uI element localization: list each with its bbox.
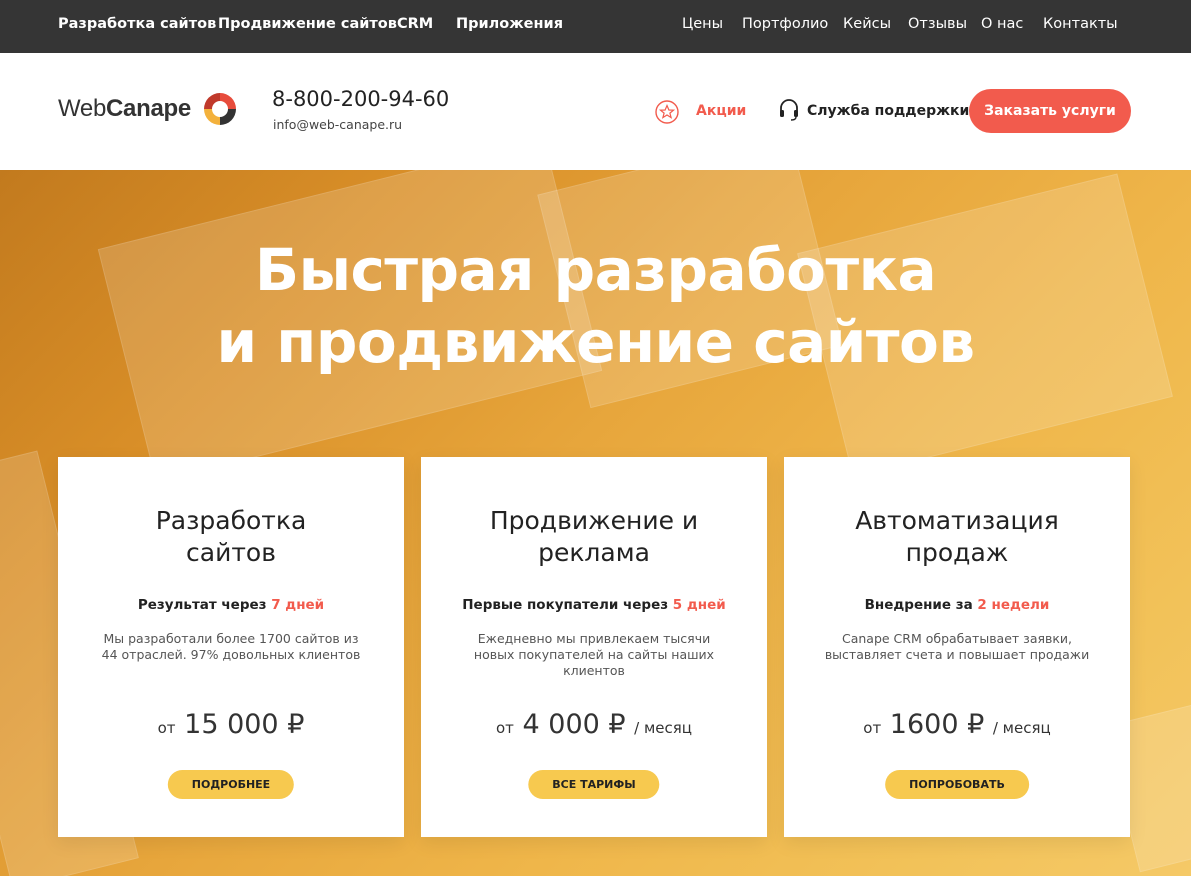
hero-section: Быстрая разработка и продвижение сайтов … <box>0 170 1191 876</box>
order-services-button[interactable]: Заказать услуги <box>969 89 1131 133</box>
card-subtitle: Результат через 7 дней <box>58 597 404 613</box>
support-link[interactable]: Служба поддержки <box>807 103 969 119</box>
headset-icon[interactable] <box>778 98 800 122</box>
price-from: от <box>157 719 176 737</box>
logo-text-canape: Canape <box>106 95 191 122</box>
card-subtitle-text: Результат через <box>137 597 272 613</box>
service-card-sales-automation: Автоматизация продаж Внедрение за 2 неде… <box>784 457 1130 837</box>
nav-seo[interactable]: Продвижение сайтов <box>218 16 397 32</box>
card-subtitle-highlight: 2 недели <box>977 597 1050 613</box>
hero-title-line-1: Быстрая разработка <box>254 236 937 304</box>
price-value: 1600 ₽ <box>889 709 985 740</box>
price-from: от <box>863 719 882 737</box>
nav-reviews[interactable]: Отзывы <box>908 16 967 32</box>
nav-about[interactable]: О нас <box>981 16 1023 32</box>
card-title-line-2: продаж <box>905 538 1009 567</box>
hero-title-line-2: и продвижение сайтов <box>216 308 975 376</box>
logo-text-web: Web <box>58 95 107 122</box>
nav-crm[interactable]: CRM <box>397 16 433 32</box>
card-subtitle-highlight: 5 дней <box>672 597 726 613</box>
price-value: 4 000 ₽ <box>522 709 626 740</box>
nav-web-development[interactable]: Разработка сайтов <box>58 16 216 32</box>
nav-portfolio[interactable]: Портфолио <box>742 16 828 32</box>
card-title: Разработка сайтов <box>58 505 404 569</box>
card-subtitle-highlight: 7 дней <box>271 597 325 613</box>
card-price: от 4 000 ₽ / месяц <box>421 709 767 740</box>
service-card-promotion: Продвижение и реклама Первые покупатели … <box>421 457 767 837</box>
logo-mark-icon <box>204 93 236 125</box>
nav-prices[interactable]: Цены <box>682 16 723 32</box>
card-title-line-1: Продвижение и <box>489 506 699 535</box>
all-plans-button[interactable]: ВСЕ ТАРИФЫ <box>528 770 660 799</box>
card-subtitle-text: Внедрение за <box>864 597 978 613</box>
price-value: 15 000 ₽ <box>184 709 305 740</box>
card-title-line-2: сайтов <box>186 538 276 567</box>
card-title: Автоматизация продаж <box>784 505 1130 569</box>
price-period: / месяц <box>992 719 1051 737</box>
star-badge-icon[interactable] <box>655 100 679 124</box>
promo-link[interactable]: Акции <box>696 103 746 119</box>
price-from: от <box>495 719 514 737</box>
site-header: WebCanape 8-800-200-94-60 info@web-canap… <box>0 53 1191 170</box>
card-subtitle: Внедрение за 2 недели <box>784 597 1130 613</box>
card-description: Canape CRM обрабатывает заявки, выставля… <box>824 631 1090 662</box>
phone-number[interactable]: 8-800-200-94-60 <box>272 87 449 111</box>
email-link[interactable]: info@web-canape.ru <box>273 117 402 132</box>
logo[interactable]: WebCanape <box>58 95 191 123</box>
card-price: от 15 000 ₽ <box>58 709 404 740</box>
card-description: Ежедневно мы привлекаем тысячи новых пок… <box>473 631 715 678</box>
card-title: Продвижение и реклама <box>421 505 767 569</box>
nav-cases[interactable]: Кейсы <box>843 16 891 32</box>
nav-apps[interactable]: Приложения <box>456 16 563 32</box>
top-nav: Разработка сайтов Продвижение сайтов CRM… <box>0 0 1191 53</box>
service-card-web-development: Разработка сайтов Результат через 7 дней… <box>58 457 404 837</box>
card-title-line-1: Автоматизация <box>855 506 1059 535</box>
nav-contacts[interactable]: Контакты <box>1043 16 1118 32</box>
card-description: Мы разработали более 1700 сайтов из 44 о… <box>101 631 361 662</box>
hero-title: Быстрая разработка и продвижение сайтов <box>0 234 1191 378</box>
price-period: / месяц <box>634 719 693 737</box>
card-subtitle-text: Первые покупатели через <box>462 597 673 613</box>
try-button[interactable]: ПОПРОБОВАТЬ <box>885 770 1029 799</box>
card-subtitle: Первые покупатели через 5 дней <box>421 597 767 613</box>
card-title-line-2: реклама <box>538 538 650 567</box>
card-price: от 1600 ₽ / месяц <box>784 709 1130 740</box>
card-title-line-1: Разработка <box>155 506 307 535</box>
more-details-button[interactable]: ПОДРОБНЕЕ <box>167 770 295 799</box>
